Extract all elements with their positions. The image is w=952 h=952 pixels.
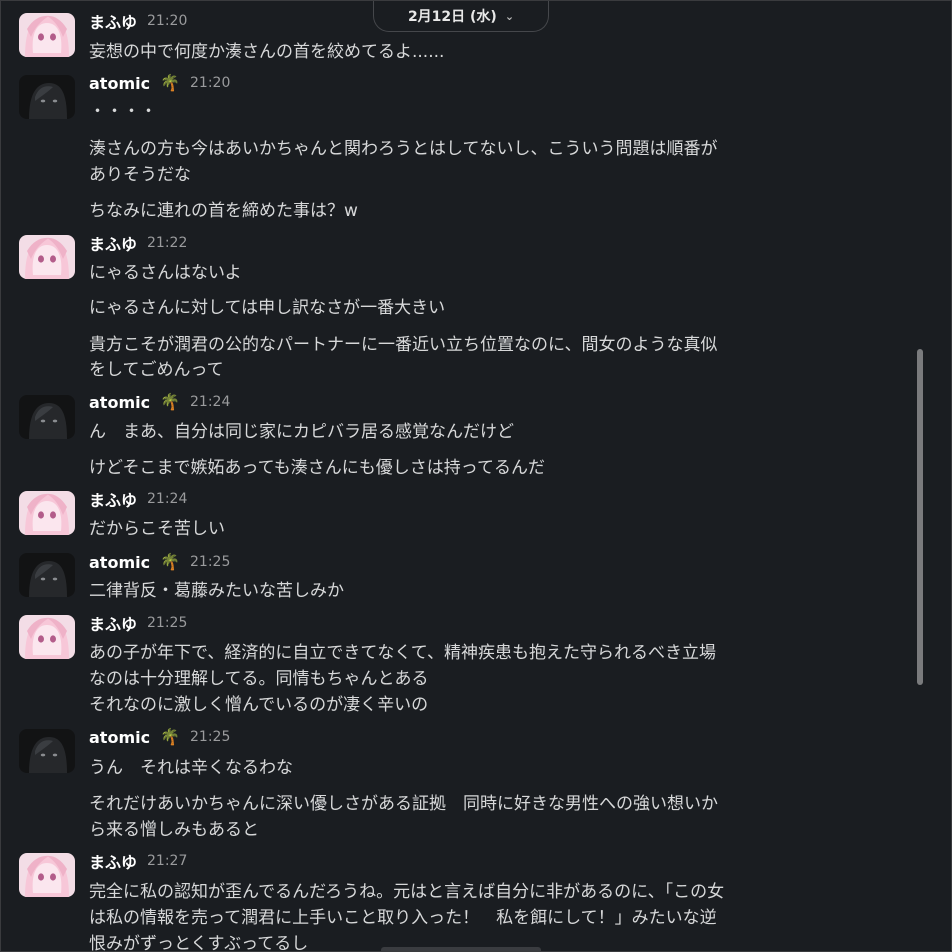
message-header: atomic 🌴 21:20 xyxy=(89,73,230,93)
message-text: 湊さんの方も今はあいかちゃんと関わろうとはしてないし、こういう問題は順番が xyxy=(89,139,718,159)
message-header: まふゆ 21:22 xyxy=(89,231,187,255)
timestamp[interactable]: 21:25 xyxy=(190,554,230,570)
message-header: まふゆ 21:20 xyxy=(89,9,187,33)
message-text: ・・・・ xyxy=(89,102,157,122)
author-name[interactable]: atomic xyxy=(89,728,150,747)
message-text: 完全に私の認知が歪んでるんだろうね。元はと言えば自分に非があるのに、「この女 xyxy=(89,882,725,902)
author-name[interactable]: atomic xyxy=(89,74,150,93)
message-text: ありそうだな xyxy=(89,165,191,185)
avatar[interactable] xyxy=(19,853,75,897)
message-text: 妄想の中で何度か湊さんの首を絞めてるよ...... xyxy=(89,42,445,62)
message-text: にゃるさんに対しては申し訳なさが一番大きい xyxy=(89,298,446,318)
avatar[interactable] xyxy=(19,729,75,773)
scrollbar-thumb[interactable] xyxy=(917,349,923,685)
timestamp[interactable]: 21:25 xyxy=(147,615,187,631)
timestamp[interactable]: 21:20 xyxy=(147,13,187,29)
message-text: それなのに激しく憎んでいるのが凄く辛いの xyxy=(89,695,429,715)
palm-tree-emoji: 🌴 xyxy=(160,552,180,571)
scrollbar[interactable] xyxy=(913,1,927,951)
message-header: まふゆ 21:25 xyxy=(89,611,187,635)
palm-tree-emoji: 🌴 xyxy=(160,727,180,746)
message-feed: まふゆ 21:20 妄想の中で何度か湊さんの首を絞めてるよ...... atom… xyxy=(1,1,931,951)
message-header: atomic 🌴 21:25 xyxy=(89,552,230,572)
author-name[interactable]: まふゆ xyxy=(89,487,137,511)
author-name[interactable]: atomic xyxy=(89,393,150,412)
message-text: 恨みがずっとくすぶってるし xyxy=(89,934,309,952)
message-header: atomic 🌴 21:24 xyxy=(89,392,230,412)
author-name[interactable]: まふゆ xyxy=(89,9,137,33)
message-header: atomic 🌴 21:25 xyxy=(89,727,230,747)
message-text: ら来る憎しみもあると xyxy=(89,820,259,840)
message-header: まふゆ 21:27 xyxy=(89,849,187,873)
message-text: ん まあ、自分は同じ家にカピバラ居る感覚なんだけど xyxy=(89,422,514,442)
timestamp[interactable]: 21:25 xyxy=(190,729,230,745)
avatar[interactable] xyxy=(19,75,75,119)
message-text: けどそこまで嫉妬あっても湊さんにも優しさは持ってるんだ xyxy=(89,458,545,478)
avatar[interactable] xyxy=(19,235,75,279)
message-text: にゃるさんはないよ xyxy=(89,263,242,283)
author-name[interactable]: atomic xyxy=(89,553,150,572)
message-text: それだけあいかちゃんに深い優しさがある証拠 同時に好きな男性への強い想いか xyxy=(89,794,718,814)
timestamp[interactable]: 21:27 xyxy=(147,853,187,869)
timestamp[interactable]: 21:20 xyxy=(190,75,230,91)
timestamp[interactable]: 21:24 xyxy=(190,394,230,410)
avatar[interactable] xyxy=(19,13,75,57)
timestamp[interactable]: 21:24 xyxy=(147,491,187,507)
palm-tree-emoji: 🌴 xyxy=(160,392,180,411)
message-text: ちなみに連れの首を締めた事は？w xyxy=(89,201,358,221)
avatar[interactable] xyxy=(19,491,75,535)
message-text: は私の情報を売って潤君に上手いこと取り入った！ 私を餌にして！」みたいな逆 xyxy=(89,908,717,928)
author-name[interactable]: まふゆ xyxy=(89,849,137,873)
avatar[interactable] xyxy=(19,615,75,659)
message-text: うん それは辛くなるわな xyxy=(89,758,293,778)
date-divider-label: 2月12日 (水) xyxy=(407,9,497,25)
message-text: をしてごめんって xyxy=(89,360,224,380)
chat-window: 2月12日 (水) ⌄ まふゆ 21:20 妄想の中で何度か湊さんの首を絞めてる… xyxy=(0,0,952,952)
author-name[interactable]: まふゆ xyxy=(89,611,137,635)
message-text: なのは十分理解してる。同情もちゃんとある xyxy=(89,669,429,689)
message-header: まふゆ 21:24 xyxy=(89,487,187,511)
chevron-down-icon: ⌄ xyxy=(504,9,515,23)
message-text: 二律背反・葛藤みたいな苦しみか xyxy=(89,581,344,601)
message-text: 貴方こそが潤君の公的なパートナーに一番近い立ち位置なのに、間女のような真似 xyxy=(89,335,718,355)
avatar[interactable] xyxy=(19,395,75,439)
palm-tree-emoji: 🌴 xyxy=(160,73,180,92)
message-text: あの子が年下で、経済的に自立できてなくて、精神疾患も抱えた守られるべき立場 xyxy=(89,643,716,663)
avatar[interactable] xyxy=(19,553,75,597)
message-text: だからこそ苦しい xyxy=(89,519,225,539)
date-divider-button[interactable]: 2月12日 (水) ⌄ xyxy=(373,1,549,32)
timestamp[interactable]: 21:22 xyxy=(147,235,187,251)
composer-edge xyxy=(381,947,541,951)
author-name[interactable]: まふゆ xyxy=(89,231,137,255)
